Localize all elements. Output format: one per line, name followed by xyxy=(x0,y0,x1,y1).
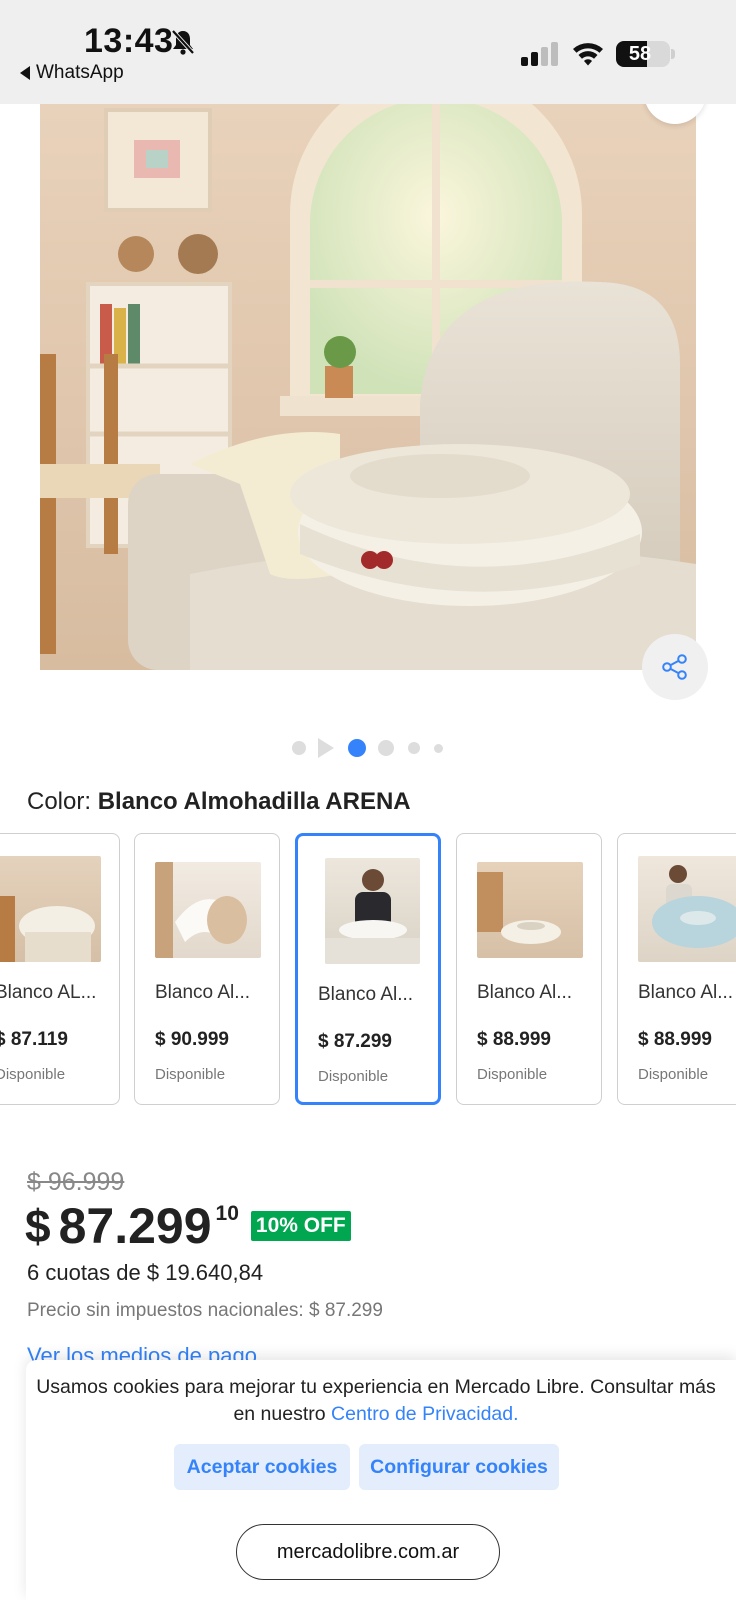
variant-status: Disponible xyxy=(638,1066,709,1083)
browser-url-bar[interactable]: mercadolibre.com.ar xyxy=(236,1524,500,1580)
battery-percent: 58 xyxy=(628,43,652,65)
color-selected-value: Blanco Almohadilla ARENA xyxy=(97,788,411,815)
discount-badge: 10% OFF xyxy=(250,1211,351,1241)
original-price: $ 96.999 xyxy=(27,1168,125,1196)
battery-indicator: 58 xyxy=(616,41,670,67)
variant-name: Blanco Al... xyxy=(638,982,734,1003)
cookie-message: Usamos cookies para mejorar tu experienc… xyxy=(36,1374,716,1428)
pagination-dot[interactable] xyxy=(378,740,394,756)
share-button[interactable] xyxy=(642,634,708,700)
installments-text: 6 cuotas de $ 19.640,84 xyxy=(27,1260,264,1285)
variant-name: Blanco AL... xyxy=(0,982,97,1003)
accept-cookies-button[interactable]: Aceptar cookies xyxy=(174,1444,350,1490)
variant-name: Blanco Al... xyxy=(477,982,573,1003)
variant-status: Disponible xyxy=(155,1066,226,1083)
pagination-dot[interactable] xyxy=(408,742,420,754)
bell-muted-icon xyxy=(171,29,195,55)
variant-price: $ 87.119 xyxy=(0,1029,68,1050)
current-price: $ 87.299 10 10% OFF xyxy=(25,1198,351,1258)
product-photo xyxy=(40,104,696,670)
back-triangle-icon xyxy=(20,66,30,80)
privacy-center-link[interactable]: Centro de Privacidad. xyxy=(331,1403,519,1425)
variant-price: $ 90.999 xyxy=(155,1029,229,1050)
video-play-icon[interactable] xyxy=(318,738,334,758)
variant-card[interactable]: Blanco Al... $ 90.999 Disponible xyxy=(134,833,280,1105)
back-app-label: WhatsApp xyxy=(36,62,124,83)
configure-cookies-button[interactable]: Configurar cookies xyxy=(359,1444,559,1490)
back-to-app[interactable]: WhatsApp xyxy=(20,62,124,84)
variant-name: Blanco Al... xyxy=(318,984,414,1005)
variant-status: Disponible xyxy=(0,1066,66,1083)
color-label-prefix: Color: xyxy=(27,788,92,815)
variant-card[interactable]: Blanco Al... $ 88.999 Disponible xyxy=(456,833,602,1105)
variant-card-selected[interactable]: Blanco Al... $ 87.299 Disponible xyxy=(295,833,441,1105)
cellular-signal-icon xyxy=(521,42,558,66)
price-cents: 10 xyxy=(215,1202,239,1225)
pagination-dot[interactable] xyxy=(434,743,443,753)
tax-note: Precio sin impuestos nacionales: $ 87.29… xyxy=(27,1300,383,1321)
variant-price: $ 88.999 xyxy=(477,1029,551,1050)
clock: 13:43 xyxy=(84,22,174,60)
price-amount: 87.299 xyxy=(58,1198,212,1254)
status-bar: 13:43 WhatsApp 58 xyxy=(0,0,736,104)
variant-thumbnail xyxy=(0,856,101,962)
battery-nub xyxy=(671,49,675,59)
variant-thumbnail xyxy=(477,862,583,958)
product-image[interactable] xyxy=(40,104,696,670)
variant-price: $ 88.999 xyxy=(638,1029,712,1050)
wifi-icon xyxy=(573,43,603,66)
variant-thumbnail xyxy=(638,856,736,962)
pagination-dot[interactable] xyxy=(292,741,306,755)
variant-thumbnail xyxy=(155,862,261,958)
cookie-banner: Usamos cookies para mejorar tu experienc… xyxy=(26,1360,736,1600)
share-icon xyxy=(662,654,687,680)
variant-status: Disponible xyxy=(318,1068,389,1085)
variant-price: $ 87.299 xyxy=(318,1031,392,1052)
price-currency: $ xyxy=(25,1200,51,1252)
variant-thumbnail xyxy=(325,858,420,964)
image-pagination[interactable] xyxy=(290,736,450,760)
variant-status: Disponible xyxy=(477,1066,548,1083)
variant-name: Blanco Al... xyxy=(155,982,251,1003)
variant-card[interactable]: Blanco Al... $ 88.999 Disponible xyxy=(617,833,736,1105)
variant-carousel[interactable]: Blanco AL... $ 87.119 Disponible Blanco … xyxy=(0,832,736,1106)
pagination-dot[interactable] xyxy=(348,739,366,757)
variant-card[interactable]: Blanco AL... $ 87.119 Disponible xyxy=(0,833,120,1105)
color-selector-label: Color: Blanco Almohadilla ARENA xyxy=(27,788,411,816)
